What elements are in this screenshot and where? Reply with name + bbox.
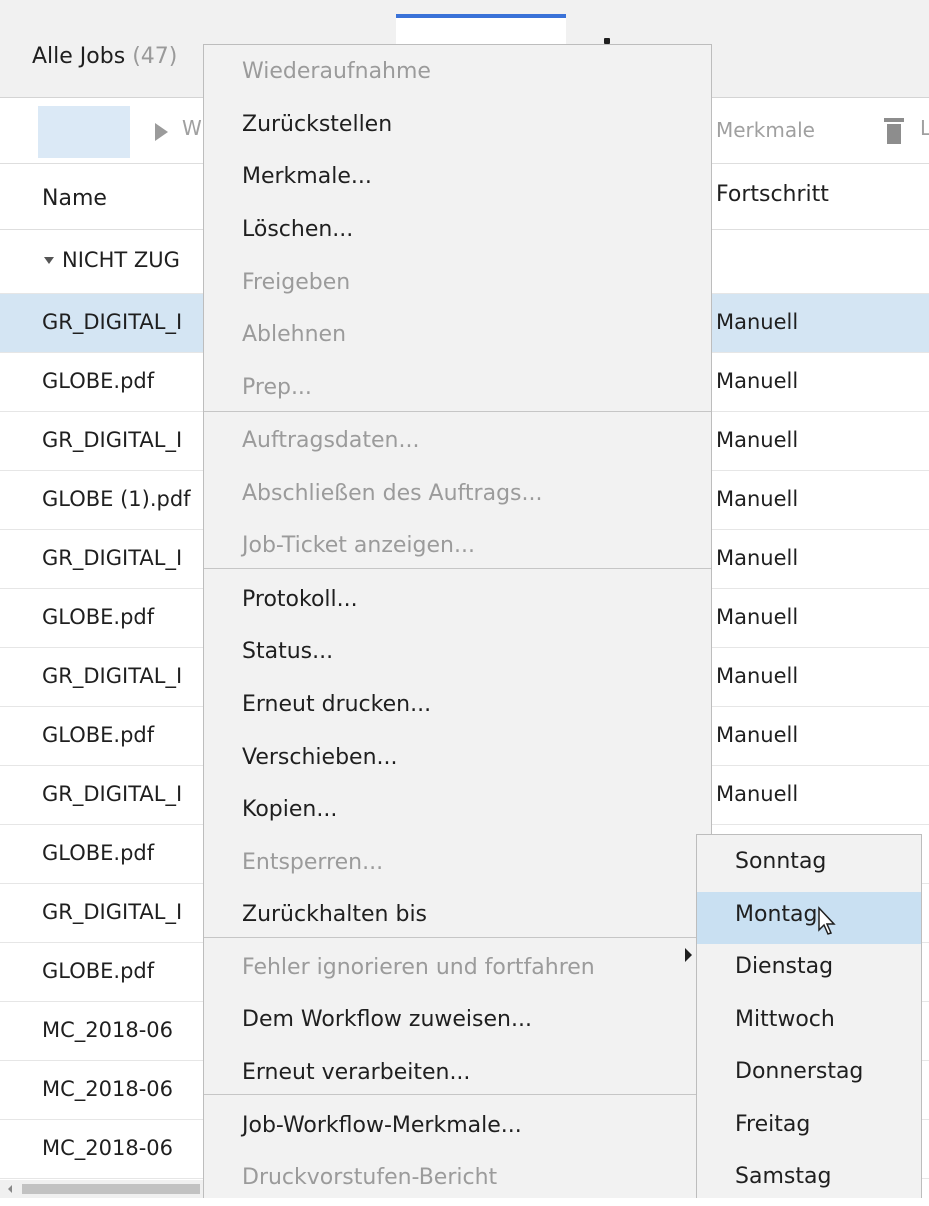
tab-all-jobs[interactable]: Alle Jobs (47) <box>32 44 177 69</box>
job-progress: Manuell <box>716 605 799 629</box>
submenu-item[interactable]: Mittwoch <box>697 997 921 1049</box>
column-header-name[interactable]: Name <box>42 186 107 211</box>
play-icon[interactable] <box>155 123 168 141</box>
menu-separator <box>204 937 711 938</box>
toolbar-selected-button[interactable] <box>38 106 130 158</box>
menu-item: Prep... <box>242 375 312 400</box>
menu-item[interactable]: Protokoll... <box>242 587 358 612</box>
menu-item: Fehler ignorieren und fortfahren <box>242 955 595 980</box>
menu-separator <box>204 1094 711 1095</box>
job-name: GLOBE.pdf <box>42 959 155 983</box>
job-name: MC_2018-06 <box>42 1077 174 1101</box>
menu-item[interactable]: Zurückstellen <box>242 112 392 137</box>
tab-all-jobs-count: (47) <box>132 44 178 69</box>
job-progress: Manuell <box>716 723 799 747</box>
menu-item[interactable]: Löschen... <box>242 217 353 242</box>
scrollbar-thumb[interactable] <box>22 1184 200 1194</box>
job-name: GLOBE.pdf <box>42 605 155 629</box>
menu-item[interactable]: Status... <box>242 639 333 664</box>
menu-item[interactable]: Verschieben... <box>242 745 398 770</box>
menu-item: Druckvorstufen-Bericht <box>242 1165 498 1190</box>
properties-button[interactable]: Merkmale <box>716 118 815 142</box>
menu-item[interactable]: Dem Workflow zuweisen... <box>242 1007 532 1032</box>
submenu-item-label: Montag <box>735 901 818 927</box>
job-name: GLOBE.pdf <box>42 841 155 865</box>
horizontal-scrollbar[interactable] <box>0 1180 203 1198</box>
menu-item[interactable]: Kopien... <box>242 797 337 822</box>
job-name: GR_DIGITAL_I <box>42 428 183 452</box>
submenu-item[interactable]: Donnerstag <box>697 1049 921 1101</box>
submenu-item[interactable]: Dienstag <box>697 944 921 996</box>
menu-item: Wiederaufnahme <box>242 59 431 84</box>
job-progress: Manuell <box>716 428 799 452</box>
menu-separator <box>204 411 711 412</box>
menu-item[interactable]: Zurückhalten bis <box>242 902 427 927</box>
submenu-item-label: Samstag <box>735 1164 832 1189</box>
menu-item[interactable]: Erneut drucken... <box>242 692 431 717</box>
menu-item[interactable]: Erneut verarbeiten... <box>242 1060 470 1085</box>
group-label: NICHT ZUG <box>62 248 180 272</box>
submenu-item-label: Freitag <box>735 1111 811 1137</box>
submenu-item-label: Dienstag <box>735 954 834 979</box>
job-name: GLOBE.pdf <box>42 723 155 747</box>
tab-all-jobs-label: Alle Jobs <box>32 44 126 69</box>
menu-item: Abschließen des Auftrags... <box>242 481 543 506</box>
column-header-progress[interactable]: Fortschritt <box>716 182 829 207</box>
job-progress: Manuell <box>716 487 799 511</box>
trash-icon[interactable] <box>880 114 910 146</box>
job-progress: Manuell <box>716 664 799 688</box>
job-name: GR_DIGITAL_I <box>42 310 183 334</box>
submenu-item[interactable]: Freitag <box>697 1102 921 1154</box>
job-progress: Manuell <box>716 310 799 334</box>
menu-item: Entsperren... <box>242 850 384 875</box>
job-progress: Manuell <box>716 782 799 806</box>
job-name: GR_DIGITAL_I <box>42 546 183 570</box>
job-name: GR_DIGITAL_I <box>42 664 183 688</box>
submenu-item-label: Sonntag <box>735 849 827 874</box>
scroll-left-icon[interactable] <box>8 1185 12 1193</box>
menu-separator <box>204 568 711 569</box>
menu-item: Auftragsdaten... <box>242 428 420 453</box>
job-name: GLOBE.pdf <box>42 369 155 393</box>
menu-item: Freigeben <box>242 270 351 295</box>
submenu-item[interactable]: Montag <box>697 891 921 944</box>
job-progress: Manuell <box>716 546 799 570</box>
mouse-cursor-icon <box>818 905 836 935</box>
hold-until-submenu: Sonntag Montag Dienstag Mittwoch Donnerstag F… <box>696 834 922 1198</box>
job-name: GR_DIGITAL_I <box>42 782 183 806</box>
menu-item[interactable]: Job-Workflow-Merkmale... <box>242 1113 522 1138</box>
job-name: GLOBE (1).pdf <box>42 487 191 511</box>
context-menu: Wiederaufnahme Zurückstellen Merkmale... Lö… <box>203 44 712 1198</box>
job-name: GR_DIGITAL_I <box>42 900 183 924</box>
submenu-item[interactable]: Samstag <box>697 1154 921 1206</box>
collapse-icon[interactable] <box>44 257 54 264</box>
submenu-item-label: Donnerstag <box>735 1059 864 1084</box>
delete-button-label[interactable]: L <box>920 116 929 140</box>
resume-button-label[interactable]: W <box>182 116 202 140</box>
submenu-item[interactable]: Sonntag <box>697 839 921 891</box>
menu-item[interactable]: Merkmale... <box>242 164 372 189</box>
job-name: MC_2018-06 <box>42 1136 174 1160</box>
menu-item: Ablehnen <box>242 322 347 347</box>
submenu-arrow-icon <box>685 948 692 962</box>
job-progress: Manuell <box>716 369 799 393</box>
submenu-item-label: Mittwoch <box>735 1006 835 1032</box>
job-name: MC_2018-06 <box>42 1018 174 1042</box>
menu-item: Job-Ticket anzeigen... <box>242 533 475 558</box>
